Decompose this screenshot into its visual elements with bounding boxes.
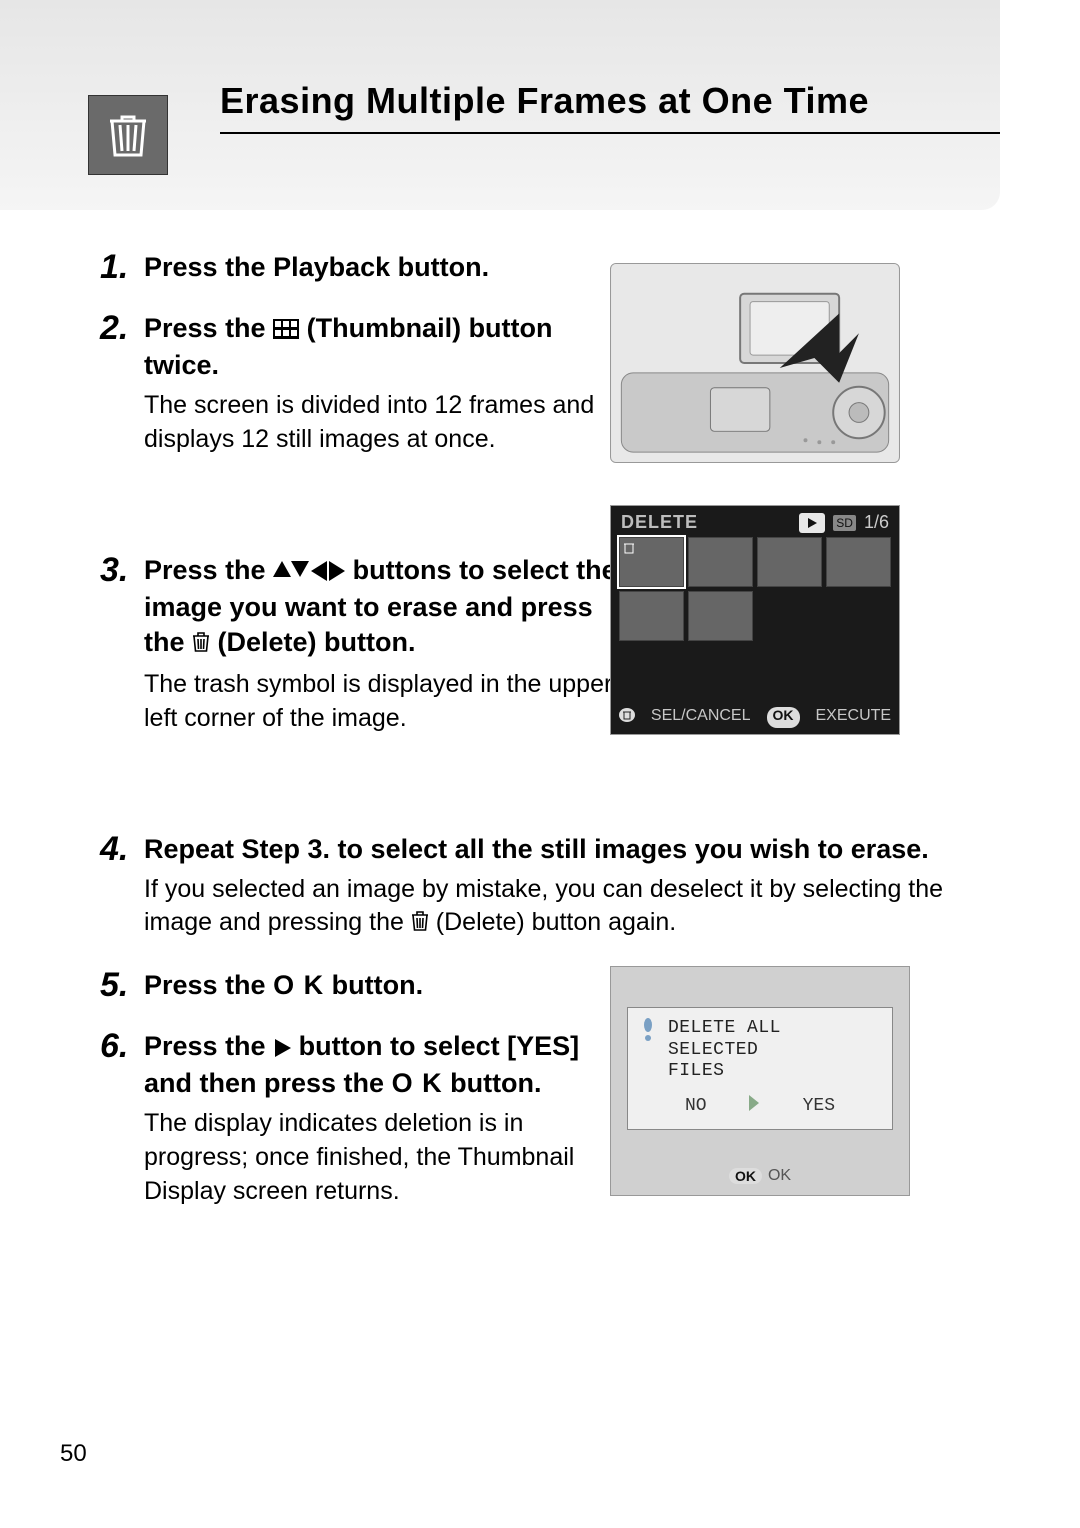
ok-label: O K [273, 970, 324, 1000]
yes-option: YES [803, 1096, 835, 1116]
ok-badge: OK [729, 1168, 762, 1184]
thumbnail [619, 591, 684, 641]
step-description: The display indicates deletion is in pro… [144, 1107, 624, 1208]
alert-icon [638, 1018, 658, 1042]
thumbnail [826, 591, 891, 641]
step-number: 5. [100, 968, 144, 1003]
thumbnail [826, 537, 891, 587]
camera-illustration [610, 263, 900, 463]
ok-label: O K [392, 1068, 443, 1098]
confirm-dialog-screen: DELETE ALL SELECTED FILES NO YES OK OK [610, 966, 910, 1196]
step-description: If you selected an image by mistake, you… [144, 873, 980, 943]
delete-screen: DELETE SD 1/6 SEL/CANCEL OK EXECUTE [610, 505, 900, 735]
thumbnail [757, 591, 822, 641]
step-number: 4. [100, 832, 144, 943]
dpad-icon [273, 555, 345, 590]
step-4: 4. Repeat Step 3. to select all the stil… [100, 832, 980, 943]
right-arrow-icon [273, 1031, 291, 1066]
step-instruction: Press the buttons to select the image yo… [144, 553, 624, 662]
trash-icon [192, 627, 210, 662]
thumbnail [619, 537, 684, 587]
thumbnail [688, 591, 753, 641]
screen-footer: SEL/CANCEL OK EXECUTE [611, 707, 899, 728]
trash-icon [411, 908, 429, 942]
ok-text: OK [768, 1167, 791, 1185]
footer-right: EXECUTE [816, 707, 892, 728]
trash-icon [619, 707, 635, 728]
step-instruction: Press the button to select [YES] and the… [144, 1029, 624, 1101]
cursor-icon [749, 1095, 761, 1117]
text: Press the [144, 970, 273, 1000]
thumbnail [688, 537, 753, 587]
step-number: 3. [100, 553, 144, 736]
thumbnail-icon [273, 313, 299, 348]
footer-left: SEL/CANCEL [651, 707, 751, 728]
step-instruction: Press the (Thumbnail) button twice. [144, 311, 624, 383]
step-number: 1. [100, 250, 144, 285]
text: Press the [144, 555, 273, 585]
screen-label: DELETE [621, 512, 698, 533]
text: (Delete) button again. [436, 908, 676, 936]
dialog-box: DELETE ALL SELECTED FILES NO YES [627, 1007, 893, 1130]
sd-badge: SD [833, 515, 856, 531]
no-option: NO [685, 1096, 707, 1116]
play-icon [799, 513, 825, 533]
text: button. [450, 1068, 541, 1098]
step-number: 6. [100, 1029, 144, 1208]
text: Press the [144, 313, 273, 343]
step-description: The trash symbol is displayed in the upp… [144, 668, 624, 736]
page-number: 50 [60, 1440, 87, 1468]
step-instruction: Repeat Step 3. to select all the still i… [144, 832, 980, 867]
ok-badge: OK [767, 707, 800, 728]
trash-icon [88, 95, 168, 175]
dialog-line2: FILES [668, 1061, 882, 1083]
counter: 1/6 [864, 512, 889, 533]
text: button. [332, 970, 423, 1000]
thumbnail-grid [611, 537, 899, 641]
dialog-line1: DELETE ALL SELECTED [668, 1018, 882, 1061]
page-title: Erasing Multiple Frames at One Time [220, 80, 1000, 134]
text: (Delete) button. [218, 627, 416, 657]
step-number: 2. [100, 311, 144, 457]
step-description: The screen is divided into 12 frames and… [144, 389, 624, 457]
text: Press the [144, 1031, 273, 1061]
thumbnail [757, 537, 822, 587]
